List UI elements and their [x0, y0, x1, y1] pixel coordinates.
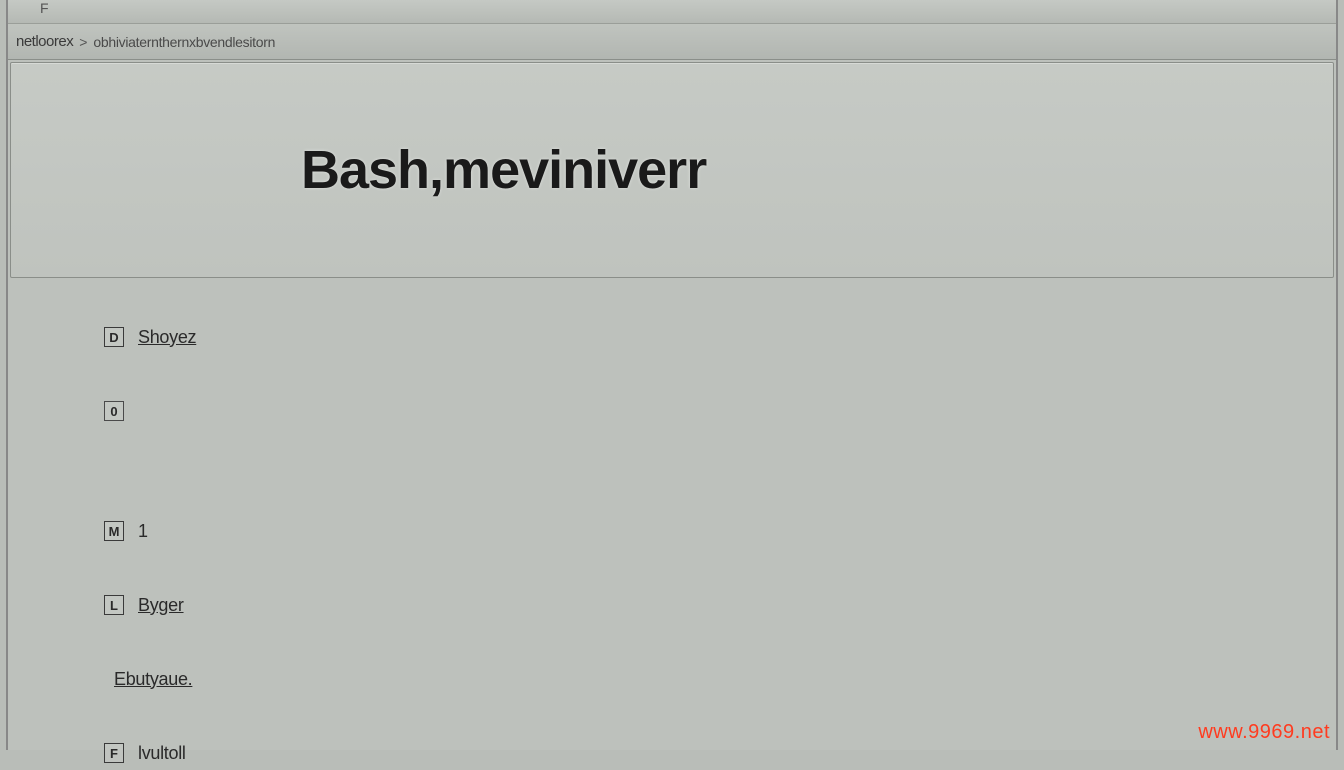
watermark: www.9969.net [1198, 721, 1330, 744]
window-frame: F netloorex > obhiviaternthernxbvendlesi… [6, 0, 1338, 750]
list-item[interactable]: L Byger [104, 588, 1336, 622]
item-label: lvultoll [138, 743, 186, 764]
topbar-marker: F [40, 0, 48, 16]
breadcrumb-label: netloorex [16, 33, 73, 50]
item-label: Ebutyaue. [114, 669, 192, 690]
list-item[interactable]: F lvultoll [104, 736, 1336, 770]
list-item[interactable]: D Shoyez [104, 320, 1336, 354]
item-label: Shoyez [138, 327, 196, 348]
breadcrumb-path[interactable]: obhiviaternthernxbvendlesitorn [93, 34, 275, 50]
title-panel: Bash,meviniverr [10, 62, 1334, 278]
list-item[interactable]: Ebutyaue. [114, 662, 1336, 696]
item-marker-icon: M [104, 521, 124, 541]
page-title: Bash,meviniverr [301, 139, 706, 201]
item-label: Byger [138, 595, 184, 616]
top-bar: F [8, 0, 1336, 24]
item-marker-icon: L [104, 595, 124, 615]
chevron-right-icon: > [79, 34, 87, 50]
item-marker-icon: 0 [104, 401, 124, 421]
item-marker-icon: D [104, 327, 124, 347]
breadcrumb: netloorex > obhiviaternthernxbvendlesito… [8, 24, 1336, 60]
item-marker-icon: F [104, 743, 124, 763]
content-list: D Shoyez 0 M 1 L Byger Ebutyaue. F lvult… [8, 278, 1336, 770]
list-item[interactable]: M 1 [104, 514, 1336, 548]
item-label: 1 [138, 521, 148, 542]
list-item[interactable]: 0 [104, 394, 1336, 428]
